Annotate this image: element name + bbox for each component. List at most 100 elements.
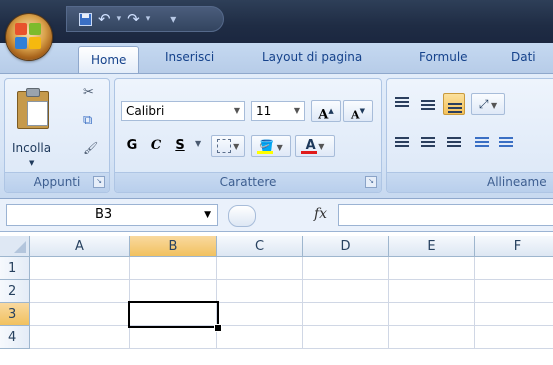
save-icon[interactable]	[79, 12, 92, 26]
ribbon-tabs: Home Inserisci Layout di pagina Formule …	[0, 43, 553, 74]
font-size-combo[interactable]: 11 ▼	[251, 101, 305, 121]
cell-f4[interactable]	[475, 326, 553, 349]
italic-button[interactable]: C	[145, 135, 167, 157]
cell-a3[interactable]	[30, 303, 130, 326]
column-header-f[interactable]: F	[475, 236, 553, 257]
font-launcher-icon[interactable]: ↘	[365, 176, 377, 188]
expand-formula-icon[interactable]	[228, 205, 256, 227]
alignment-group: ⤢ ▼ Allineame	[386, 78, 553, 193]
redo-icon[interactable]: ↷	[127, 11, 140, 27]
cell-d3[interactable]	[303, 303, 389, 326]
chevron-down-icon[interactable]: ▼	[230, 102, 244, 120]
chevron-down-icon[interactable]: ▼	[204, 205, 211, 225]
cell-d4[interactable]	[303, 326, 389, 349]
cell-a1[interactable]	[30, 257, 130, 280]
cut-icon[interactable]: ✂	[83, 85, 94, 100]
column-header-e[interactable]: E	[389, 236, 475, 257]
ribbon: Incolla ▼ ✂ ⧉ 🖌 Appunti ↘ Calibri ▼ 11 ▼…	[0, 74, 553, 199]
font-name-combo[interactable]: Calibri ▼	[121, 101, 245, 121]
align-bottom-icon[interactable]	[443, 93, 465, 115]
worksheet-grid: A B C D E F 1 2 3 4	[0, 236, 553, 365]
cell-e1[interactable]	[389, 257, 475, 280]
name-box-value: B3	[95, 207, 113, 222]
cell-e3[interactable]	[389, 303, 475, 326]
cell-c1[interactable]	[217, 257, 303, 280]
tab-layout-di-pagina[interactable]: Layout di pagina	[262, 50, 362, 64]
name-box[interactable]: B3 ▼	[6, 204, 218, 226]
cell-e4[interactable]	[389, 326, 475, 349]
cell-f2[interactable]	[475, 280, 553, 303]
formula-input[interactable]	[338, 204, 553, 226]
formula-bar: B3 ▼ fx	[0, 199, 553, 232]
row-header-4[interactable]: 4	[0, 326, 30, 349]
underline-button[interactable]: S	[169, 135, 191, 157]
font-group: Calibri ▼ 11 ▼ A▲ A▼ G C S ▼ ▼ 🪣 ▼ A ▼ C…	[114, 78, 382, 193]
borders-icon	[216, 138, 231, 153]
tab-inserisci[interactable]: Inserisci	[165, 50, 214, 64]
office-button[interactable]	[6, 14, 52, 60]
fill-handle[interactable]	[214, 324, 222, 332]
cell-e2[interactable]	[389, 280, 475, 303]
cell-b4[interactable]	[130, 326, 217, 349]
customize-toolbar-icon[interactable]: ▾	[170, 12, 176, 26]
cell-d1[interactable]	[303, 257, 389, 280]
select-all-button[interactable]	[0, 236, 30, 257]
font-color-button[interactable]: A ▼	[295, 135, 335, 157]
orientation-button[interactable]: ⤢ ▼	[471, 93, 505, 115]
chevron-down-icon[interactable]: ▼	[290, 102, 304, 120]
paste-button-label[interactable]: Incolla	[12, 141, 51, 155]
cell-a4[interactable]	[30, 326, 130, 349]
office-logo-icon	[15, 23, 43, 51]
row-header-1[interactable]: 1	[0, 257, 30, 280]
cell-b2[interactable]	[130, 280, 217, 303]
row-header-2[interactable]: 2	[0, 280, 30, 303]
title-bar: ↶ ▾ ↷ ▾ ▾	[0, 0, 553, 43]
redo-dropdown-icon[interactable]: ▾	[146, 14, 151, 24]
cell-c2[interactable]	[217, 280, 303, 303]
column-header-c[interactable]: C	[217, 236, 303, 257]
font-name-value: Calibri	[126, 104, 165, 118]
cell-d2[interactable]	[303, 280, 389, 303]
tab-formule[interactable]: Formule	[419, 50, 468, 64]
align-left-icon[interactable]	[391, 131, 413, 153]
shrink-font-button[interactable]: A▼	[343, 100, 373, 122]
column-header-d[interactable]: D	[303, 236, 389, 257]
cell-a2[interactable]	[30, 280, 130, 303]
tab-dati[interactable]: Dati	[511, 50, 536, 64]
formula-controls: fx	[222, 204, 338, 227]
bold-button[interactable]: G	[121, 135, 143, 157]
column-header-b[interactable]: B	[130, 236, 217, 257]
borders-button[interactable]: ▼	[211, 135, 245, 157]
active-cell-b3[interactable]	[128, 301, 219, 328]
underline-dropdown-icon[interactable]: ▼	[195, 139, 201, 148]
format-painter-icon[interactable]: 🖌	[83, 141, 98, 155]
clipboard-launcher-icon[interactable]: ↘	[93, 176, 105, 188]
align-top-icon[interactable]	[391, 93, 413, 115]
row-header-3[interactable]: 3	[0, 303, 30, 326]
alignment-group-label: Allineame	[387, 172, 553, 192]
undo-dropdown-icon[interactable]: ▾	[117, 14, 122, 24]
cell-f1[interactable]	[475, 257, 553, 280]
align-middle-icon[interactable]	[417, 93, 439, 115]
font-group-label: Carattere	[115, 172, 381, 192]
align-right-icon[interactable]	[443, 131, 465, 153]
increase-indent-icon[interactable]	[495, 131, 517, 153]
paste-dropdown-icon[interactable]: ▼	[29, 159, 34, 167]
decrease-indent-icon[interactable]	[471, 131, 493, 153]
cell-b1[interactable]	[130, 257, 217, 280]
cell-c3[interactable]	[217, 303, 303, 326]
insert-function-button[interactable]: fx	[314, 206, 327, 222]
copy-icon[interactable]: ⧉	[83, 113, 92, 128]
grow-font-button[interactable]: A▲	[311, 100, 341, 122]
fill-color-button[interactable]: 🪣 ▼	[251, 135, 291, 157]
quick-access-toolbar: ↶ ▾ ↷ ▾ ▾	[66, 6, 224, 32]
paste-icon[interactable]	[17, 88, 49, 129]
orientation-icon: ⤢	[478, 97, 489, 111]
cell-f3[interactable]	[475, 303, 553, 326]
column-header-a[interactable]: A	[30, 236, 130, 257]
tab-home[interactable]: Home	[78, 46, 140, 73]
align-center-icon[interactable]	[417, 131, 439, 153]
undo-icon[interactable]: ↶	[98, 11, 111, 27]
cell-c4[interactable]	[217, 326, 303, 349]
font-size-value: 11	[256, 104, 272, 118]
